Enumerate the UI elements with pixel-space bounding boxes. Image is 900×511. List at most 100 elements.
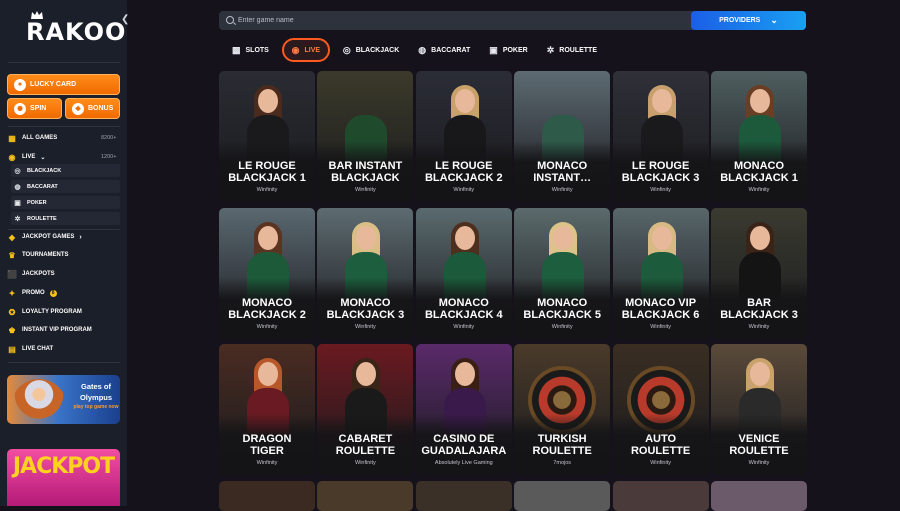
game-card-partial[interactable] xyxy=(317,480,414,511)
sub-item-poker[interactable]: ▣ POKER xyxy=(11,196,120,209)
sub-item-roulette[interactable]: ✲ ROULETTE xyxy=(11,212,120,225)
nav-promo[interactable]: ✦ PROMO 8 xyxy=(7,288,57,298)
nav-loyalty[interactable]: ✪ LOYALTY PROGRAM xyxy=(7,307,82,317)
game-title: LE ROUGE BLACKJACK 3 xyxy=(621,160,700,184)
sub-item-blackjack[interactable]: ◎ BLACKJACK xyxy=(11,164,120,177)
game-provider: 7mojos xyxy=(553,460,572,466)
game-card-partial[interactable] xyxy=(415,480,512,511)
game-card[interactable]: LE ROUGE BLACKJACK 3 Winfinity xyxy=(612,71,709,202)
game-card[interactable]: MONACO INSTANT… Winfinity xyxy=(514,71,611,202)
search-input[interactable] xyxy=(238,14,678,27)
game-card[interactable]: BAR BLACKJACK 3 Winfinity xyxy=(711,207,807,339)
nav-label: INSTANT VIP PROGRAM xyxy=(22,327,92,333)
game-title: MONACO BLACKJACK 1 xyxy=(720,160,798,184)
logo-text: RAKOO xyxy=(26,18,127,46)
zeus-illustration xyxy=(11,379,67,423)
tab-label: BACCARAT xyxy=(431,46,471,54)
game-provider: Absolutely Live Gaming xyxy=(434,460,493,466)
game-card[interactable]: MONACO BLACKJACK 2 Winfinity xyxy=(219,207,315,339)
lucky-card-label: LUCKY CARD xyxy=(30,81,77,88)
game-card-partial[interactable] xyxy=(612,480,709,511)
poker-cards-icon: ▣ xyxy=(14,199,21,207)
game-title: MONACO BLACKJACK 3 xyxy=(326,296,405,321)
tab-live[interactable]: ◉ LIVE xyxy=(281,38,330,62)
game-card[interactable]: AUTO ROULETTE Winfinity xyxy=(612,344,709,475)
providers-dropdown[interactable]: PROVIDERS ⌄ xyxy=(691,11,806,30)
tab-blackjack[interactable]: ◎ BLACKJACK xyxy=(337,38,405,62)
chevron-down-icon: ⌄ xyxy=(770,15,778,25)
game-title: VENICE ROULETTE xyxy=(729,433,789,457)
nav-tournaments[interactable]: ♛ TOURNAMENTS xyxy=(7,250,69,260)
game-provider: Winfinity xyxy=(551,187,573,193)
game-card[interactable]: LE ROUGE BLACKJACK 1 Winfinity xyxy=(219,71,315,202)
game-card[interactable]: MONACO BLACKJACK 3 Winfinity xyxy=(317,207,414,339)
nav-jackpots[interactable]: ⬛ JACKPOTS xyxy=(7,269,55,279)
game-provider: Winfinity xyxy=(551,323,573,330)
bonus-button[interactable]: ❖ BONUS xyxy=(65,98,120,119)
nav-live-chat[interactable]: ▤ LIVE CHAT xyxy=(7,344,53,354)
chevron-right-icon: › xyxy=(79,233,82,241)
logo[interactable]: RAKOO xyxy=(26,10,127,48)
game-card[interactable]: CASINO DE GUADALAJARA Absolutely Live Gam… xyxy=(415,344,512,475)
game-card[interactable]: VENICE ROULETTE Winfinity xyxy=(711,344,807,475)
tab-baccarat[interactable]: ◍ BACCARAT xyxy=(412,38,476,62)
game-card-partial[interactable] xyxy=(219,480,315,511)
trophy-icon: ♛ xyxy=(8,250,16,260)
sub-item-baccarat[interactable]: ◍ BACCARAT xyxy=(11,180,120,193)
nav-all-games[interactable]: ▦ ALL GAMES 8200+ xyxy=(7,133,120,143)
search-bar: PROVIDERS ⌄ xyxy=(219,11,806,30)
tab-slots[interactable]: ▩ SLOTS xyxy=(226,38,275,62)
game-card-partial[interactable] xyxy=(711,480,807,511)
gift-icon: ✦ xyxy=(8,288,16,298)
banner-subtitle: play top game now xyxy=(73,404,119,410)
nav-label: JACKPOT GAMES xyxy=(22,234,75,240)
game-card[interactable]: TURKISH ROULETTE 7mojos xyxy=(514,344,611,475)
game-title: CASINO DE GUADALAJARA xyxy=(421,433,507,457)
spin-label: SPIN xyxy=(30,105,47,112)
game-card[interactable]: MONACO BLACKJACK 4 Winfinity xyxy=(415,207,512,339)
game-title: LE ROUGE BLACKJACK 1 xyxy=(228,160,306,184)
game-title: LE ROUGE BLACKJACK 2 xyxy=(424,160,503,184)
gates-of-olympus-banner[interactable]: Gates of Olympus play top game now xyxy=(7,375,120,424)
divider xyxy=(8,62,120,63)
game-provider: Winfinity xyxy=(748,187,770,193)
game-card-partial[interactable] xyxy=(514,480,611,511)
nav-jackpot-games[interactable]: ◆ JACKPOT GAMES › xyxy=(7,232,82,242)
diamond-icon: ◆ xyxy=(8,232,16,242)
divider xyxy=(8,229,120,230)
crown-icon: ♚ xyxy=(8,325,16,335)
game-card[interactable]: BAR INSTANT BLACKJACK Winfinity xyxy=(317,71,414,202)
roulette-icon: ✲ xyxy=(14,215,21,223)
chevron-down-icon: ⌄ xyxy=(40,154,46,161)
game-title: MONACO BLACKJACK 4 xyxy=(424,296,503,321)
blackjack-chip-icon: ◎ xyxy=(342,44,351,55)
jackpot-banner[interactable]: JACKPOT xyxy=(7,449,120,506)
game-title: CABARET ROULETTE xyxy=(335,433,396,457)
slots-icon: ▩ xyxy=(232,44,241,55)
game-title: MONACO BLACKJACK 5 xyxy=(523,296,601,321)
game-card[interactable]: MONACO BLACKJACK 1 Winfinity xyxy=(711,71,807,202)
game-title: TURKISH ROULETTE xyxy=(532,433,592,457)
bonus-label: BONUS xyxy=(88,105,114,112)
game-card[interactable]: MONACO BLACKJACK 5 Winfinity xyxy=(514,207,611,339)
spin-button[interactable]: ✺ SPIN xyxy=(7,98,62,119)
game-card[interactable]: MONACO VIP BLACKJACK 6 Winfinity xyxy=(612,207,709,339)
banner-title: Gates of Olympus xyxy=(79,382,113,402)
game-card[interactable]: LE ROUGE BLACKJACK 2 Winfinity xyxy=(415,71,512,202)
live-broadcast-icon: ◉ xyxy=(8,152,16,162)
star-icon: ✪ xyxy=(8,307,16,317)
game-provider: Winfinity xyxy=(256,187,278,193)
nav-label: TOURNAMENTS xyxy=(22,252,69,258)
sidebar: ❮ RAKOO ♠ LUCKY CARD ✺ SPIN ❖ BONUS ▦ AL… xyxy=(0,0,129,506)
tab-roulette[interactable]: ✲ ROULETTE xyxy=(541,38,603,62)
lucky-card-button[interactable]: ♠ LUCKY CARD xyxy=(7,74,120,95)
tab-label: BLACKJACK xyxy=(355,46,400,54)
game-provider: Winfinity xyxy=(453,187,475,193)
gift-icon: ❖ xyxy=(72,102,84,115)
game-card[interactable]: DRAGON TIGER Winfinity xyxy=(219,344,315,475)
nav-vip[interactable]: ♚ INSTANT VIP PROGRAM xyxy=(7,325,92,335)
nav-live[interactable]: ◉ LIVE ⌄ 1200+ xyxy=(7,152,120,162)
tab-poker[interactable]: ▣ POKER xyxy=(483,38,533,62)
category-tabs: ▩ SLOTS ◉ LIVE ◎ BLACKJACK ◍ BACCARAT ▣ POKER… xyxy=(226,38,610,62)
game-card[interactable]: CABARET ROULETTE Winfinity xyxy=(317,344,414,475)
